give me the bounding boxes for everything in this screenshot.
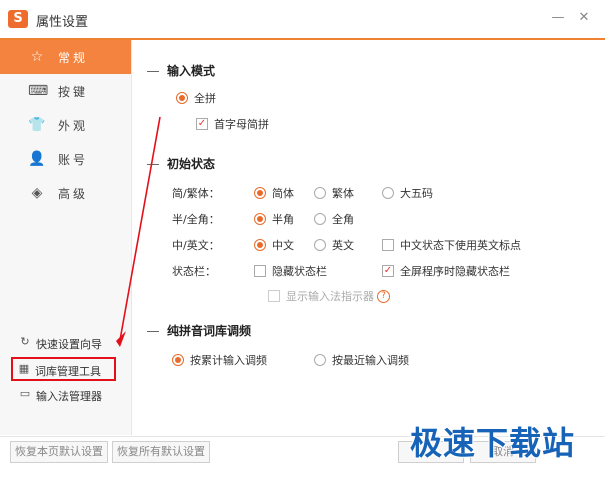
minimize-button[interactable]: — (548, 8, 568, 28)
hide-statusbar-checkbox[interactable]: 隐藏状态栏 (254, 263, 327, 279)
lang-label: 中/英文： (172, 239, 220, 252)
recent-freq-radio[interactable]: 按最近输入调频 (314, 352, 409, 368)
app-logo: S (8, 10, 28, 28)
monitor-icon: ▭ (19, 387, 31, 400)
half-width-radio[interactable]: 半角 (254, 211, 294, 227)
full-width-radio[interactable]: 全角 (314, 211, 354, 227)
full-pinyin-radio[interactable]: 全拼 (176, 90, 216, 106)
sidebar-item-label: 高级 (58, 187, 89, 201)
chinese-radio[interactable]: 中文 (254, 237, 294, 253)
tool-label: 快速设置向导 (36, 338, 102, 351)
english-punct-checkbox[interactable]: 中文状态下使用英文标点 (382, 237, 521, 253)
traditional-radio[interactable]: 繁体 (314, 185, 354, 201)
window-title: 属性设置 (36, 15, 89, 30)
title-bar: S 属性设置 — ✕ (0, 0, 605, 40)
dictionary-manager-link[interactable]: ▦ 词库管理工具 (11, 357, 116, 381)
width-label: 半/全角： (172, 213, 220, 226)
keyboard-icon: ⌨ (28, 83, 49, 99)
star-icon: ☆ (30, 49, 44, 65)
tool-label: 词库管理工具 (35, 365, 101, 378)
cumulative-freq-radio[interactable]: 按累计输入调频 (172, 352, 267, 368)
sidebar-item-label: 按键 (58, 85, 89, 99)
annotation-arrow (116, 116, 161, 347)
ime-manager-link[interactable]: ▭ 输入法管理器 (14, 384, 124, 406)
grid-icon: ▦ (18, 362, 30, 375)
sidebar-item-label: 外观 (58, 119, 89, 133)
refresh-icon: ↻ (20, 335, 30, 348)
close-button[interactable]: ✕ (574, 8, 594, 28)
layers-icon: ◈ (31, 185, 43, 201)
settings-content: 输入模式 全拼 ✓ 首字母简拼 初始状态 简/繁体： 简体 繁体 大五码 半/全角… (116, 40, 605, 435)
watermark-text: 极速下载站 (410, 424, 576, 462)
sidebar-item-keys[interactable]: ⌨ 按键 (0, 74, 131, 108)
charset-label: 简/繁体： (172, 187, 220, 200)
section-input-mode: 输入模式 (147, 62, 215, 79)
big5-radio[interactable]: 大五码 (382, 185, 433, 201)
show-indicator-checkbox[interactable]: 显示输入法指示器? (268, 288, 390, 304)
tool-label: 输入法管理器 (36, 390, 102, 403)
simplified-radio[interactable]: 简体 (254, 185, 294, 201)
sidebar-item-general[interactable]: ☆ 常规 (0, 40, 131, 74)
shirt-icon: 👕 (28, 117, 46, 133)
statusbar-label: 状态栏： (172, 265, 216, 278)
english-radio[interactable]: 英文 (314, 237, 354, 253)
sidebar-item-label: 账号 (58, 153, 89, 167)
settings-window: S 属性设置 — ✕ ☆ 常规 ⌨ 按键 👕 外观 👤 账号 ◈ 高级 ↻ 快速… (0, 0, 605, 478)
restore-all-defaults-button[interactable]: 恢复所有默认设置 (112, 441, 210, 463)
fullscreen-hide-statusbar-checkbox[interactable]: ✓ 全屏程序时隐藏状态栏 (382, 263, 510, 279)
restore-page-defaults-button[interactable]: 恢复本页默认设置 (10, 441, 108, 463)
help-icon[interactable]: ? (377, 289, 390, 303)
sidebar-item-label: 常规 (58, 51, 89, 65)
person-icon: 👤 (28, 151, 46, 167)
initial-jianpin-checkbox[interactable]: ✓ 首字母简拼 (196, 116, 269, 132)
section-pure-pinyin: 纯拼音词库调频 (147, 322, 251, 339)
